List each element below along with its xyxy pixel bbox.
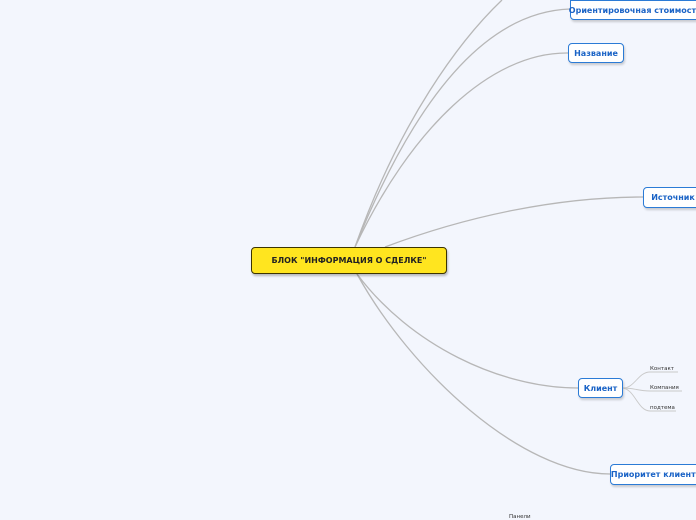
central-topic-label: БЛОК "ИНФОРМАЦИЯ О СДЕЛКЕ" bbox=[271, 256, 427, 265]
topic-client-priority[interactable]: Приоритет клиента bbox=[610, 464, 696, 485]
bottom-label: Панели bbox=[509, 514, 531, 520]
subtopic-company[interactable]: Компания bbox=[650, 385, 679, 391]
subtopic-contact[interactable]: Контакт bbox=[650, 366, 674, 372]
connector-priority bbox=[356, 273, 611, 475]
topic-client-label: Клиент bbox=[583, 383, 618, 393]
topic-name-label: Название bbox=[574, 48, 618, 58]
connector-source bbox=[384, 196, 644, 248]
central-topic[interactable]: БЛОК "ИНФОРМАЦИЯ О СДЕЛКЕ" bbox=[251, 247, 447, 274]
connector-client bbox=[356, 273, 579, 389]
topic-source-label: Источник bbox=[651, 193, 695, 202]
topic-estimated-cost-label: Ориентировочная стоимость bbox=[568, 5, 696, 15]
topic-client-priority-label: Приоритет клиента bbox=[610, 470, 696, 479]
topic-name[interactable]: Название bbox=[568, 43, 624, 63]
topic-client[interactable]: Клиент bbox=[578, 378, 623, 398]
connector-name bbox=[354, 52, 569, 248]
topic-estimated-cost[interactable]: Ориентировочная стоимость bbox=[568, 0, 696, 20]
topic-source[interactable]: Источник bbox=[643, 187, 696, 208]
subtopic-subtopic[interactable]: подтема bbox=[650, 405, 675, 411]
connector-offscreen bbox=[354, 0, 503, 248]
